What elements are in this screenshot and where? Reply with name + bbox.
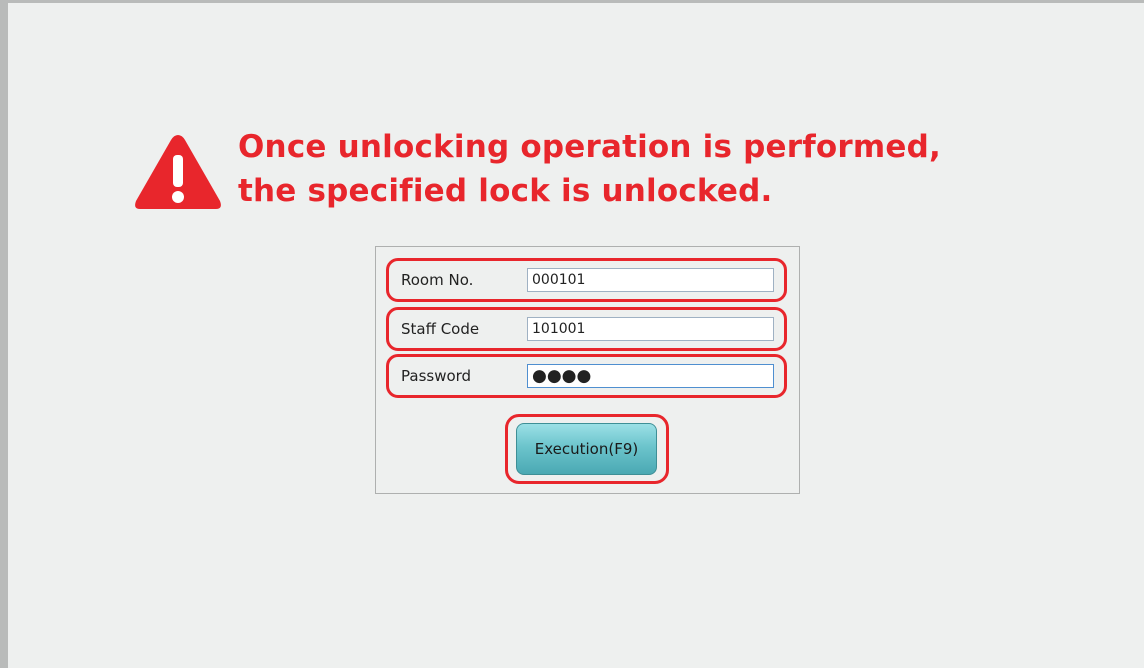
password-input[interactable]: ●●●● — [527, 364, 774, 388]
warning-triangle-icon — [135, 135, 221, 209]
password-masked-value: ●●●● — [532, 366, 592, 386]
password-label: Password — [401, 367, 472, 385]
staff-code-label: Staff Code — [401, 320, 480, 338]
execution-button[interactable]: Execution(F9) — [516, 423, 657, 475]
unlock-form-panel: Room No. Staff Code Password ●●●● Execut… — [375, 246, 800, 494]
warning-line-2: the specified lock is unlocked. — [238, 173, 773, 209]
warning-text: Once unlocking operation is performed, t… — [238, 125, 941, 213]
staff-code-input[interactable] — [527, 317, 774, 341]
execution-button-highlight: Execution(F9) — [505, 414, 669, 484]
warning-line-1: Once unlocking operation is performed, — [238, 129, 942, 165]
password-row: Password ●●●● — [386, 354, 787, 398]
warning-message: Once unlocking operation is performed, t… — [132, 127, 1092, 217]
room-no-label: Room No. — [401, 271, 474, 289]
room-no-row: Room No. — [386, 258, 787, 302]
room-no-input[interactable] — [527, 268, 774, 292]
staff-code-row: Staff Code — [386, 307, 787, 351]
unlock-screen: Once unlocking operation is performed, t… — [0, 0, 1144, 668]
